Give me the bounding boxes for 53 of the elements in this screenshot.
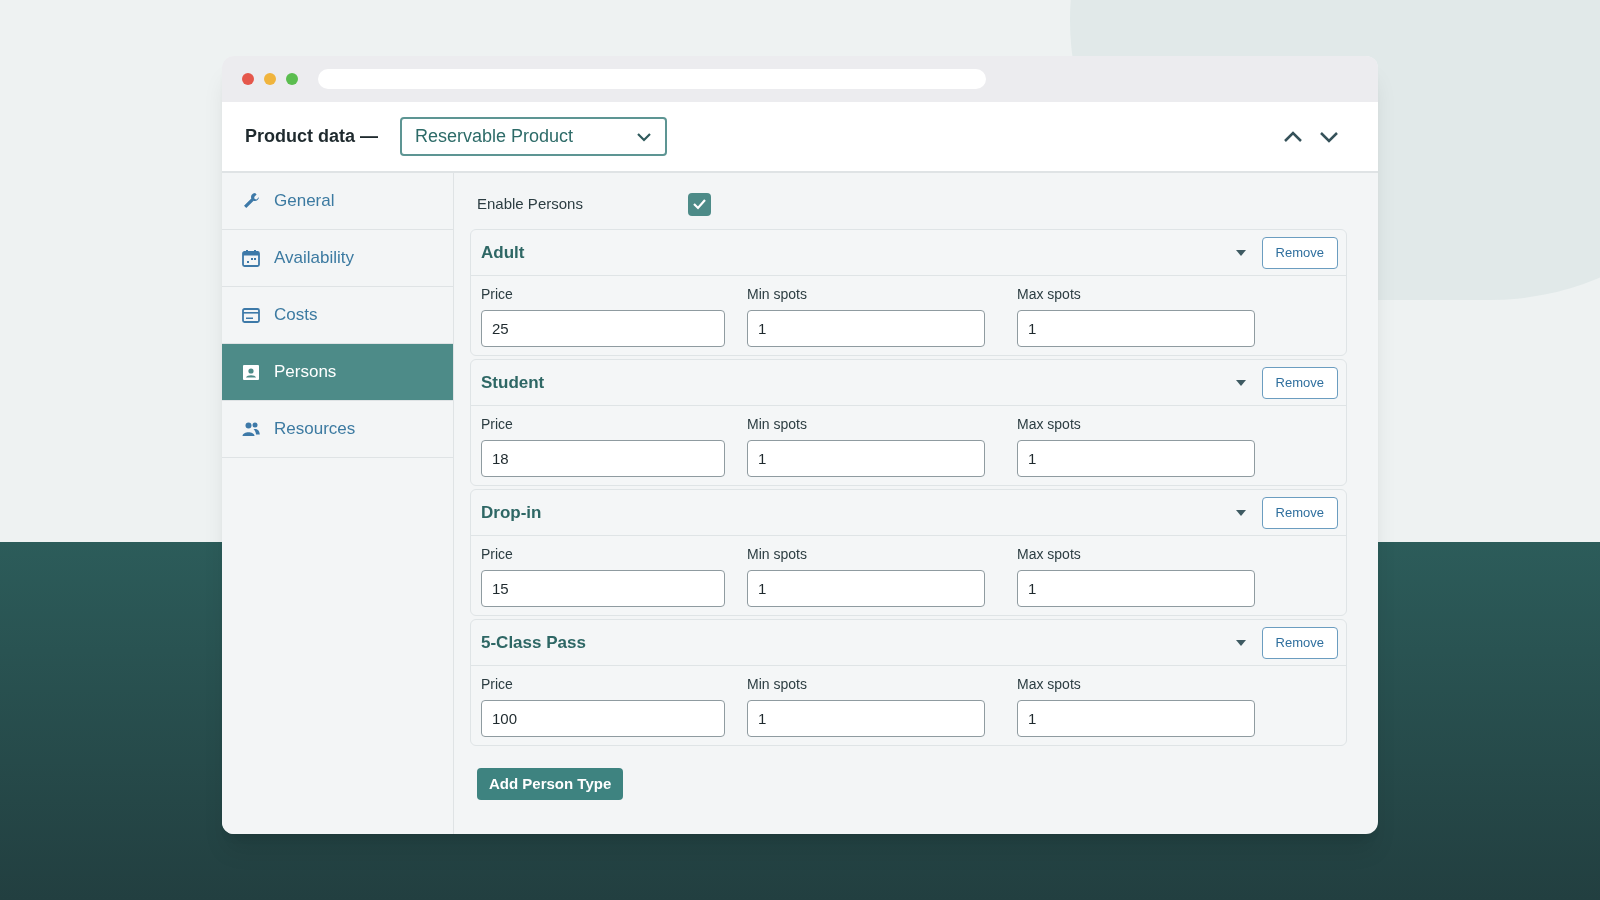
caret-down-icon[interactable]: [1234, 248, 1247, 257]
remove-button[interactable]: Remove: [1261, 626, 1338, 659]
input-field[interactable]: 1: [747, 700, 985, 737]
person-type-name: Adult: [481, 241, 525, 264]
field-label: Price: [481, 545, 514, 564]
person-type-name: Drop-in: [481, 501, 542, 524]
input-field[interactable]: 100: [481, 700, 725, 737]
chevron-up-icon[interactable]: [1283, 130, 1303, 143]
field-label: Price: [481, 285, 514, 304]
wrench-icon: [241, 191, 261, 211]
chevron-down-icon[interactable]: [1319, 130, 1339, 143]
field-label: Price: [481, 415, 514, 434]
card-icon: [241, 305, 261, 325]
field-label: Enable Persons: [477, 193, 584, 214]
sidebar-tab[interactable]: General: [222, 173, 453, 230]
caret-down-icon[interactable]: [1234, 508, 1247, 517]
field-label: Min spots: [747, 545, 808, 564]
caret-down-icon[interactable]: [1234, 638, 1247, 647]
input-field[interactable]: 1: [1017, 440, 1255, 477]
sidebar-tab[interactable]: Resources: [222, 401, 453, 458]
field-label: Min spots: [747, 675, 808, 694]
input-field[interactable]: 1: [747, 310, 985, 347]
remove-button[interactable]: Remove: [1261, 496, 1338, 529]
field-label: Max spots: [1017, 675, 1082, 694]
chevron-down-icon: [636, 131, 652, 142]
input-field[interactable]: 15: [481, 570, 725, 607]
person-type-name: 5-Class Pass: [481, 631, 586, 654]
input-field[interactable]: 1: [747, 570, 985, 607]
person-type-name: Student: [481, 371, 545, 394]
field-label: Min spots: [747, 285, 808, 304]
field-label: Max spots: [1017, 415, 1082, 434]
field-label: Min spots: [747, 415, 808, 434]
sidebar-tab[interactable]: Persons: [222, 344, 453, 401]
input-field[interactable]: 1: [1017, 310, 1255, 347]
person-badge-icon: [241, 362, 261, 382]
input-field[interactable]: 25: [481, 310, 725, 347]
input-field[interactable]: 1: [747, 440, 985, 477]
check-icon: [692, 198, 707, 210]
input-field[interactable]: 1: [1017, 700, 1255, 737]
caret-down-icon[interactable]: [1234, 378, 1247, 387]
remove-button[interactable]: Remove: [1261, 236, 1338, 269]
field-label: Price: [481, 675, 514, 694]
checkbox[interactable]: [688, 192, 711, 216]
calendar-icon: [241, 248, 261, 268]
add-person-type-button[interactable]: Add Person Type: [477, 768, 624, 800]
field-label: Max spots: [1017, 285, 1082, 304]
section-title: Product data —: [245, 125, 378, 148]
product-type-select[interactable]: Reservable Product: [400, 117, 667, 156]
remove-button[interactable]: Remove: [1261, 366, 1338, 399]
input-field[interactable]: 1: [1017, 570, 1255, 607]
sidebar-tab[interactable]: Availability: [222, 230, 453, 287]
input-field[interactable]: 18: [481, 440, 725, 477]
field-label: Max spots: [1017, 545, 1082, 564]
